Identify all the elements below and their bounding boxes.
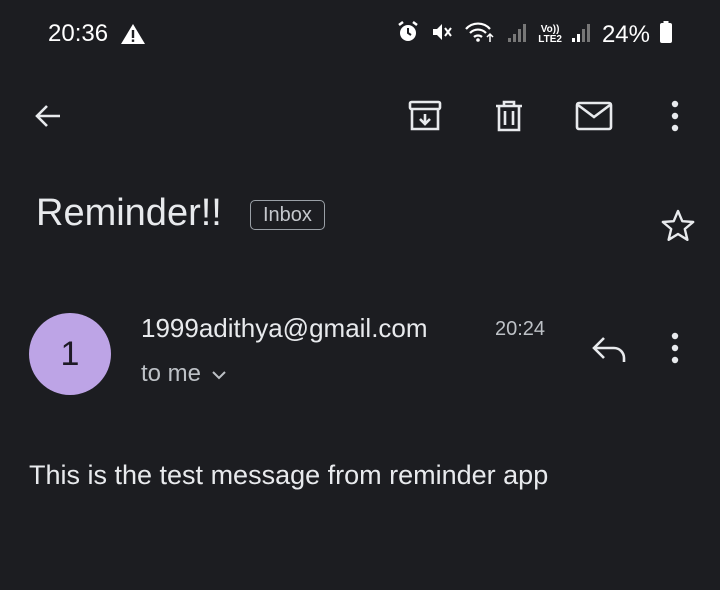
volte-indicator: Vo)) LTE2 (538, 23, 562, 45)
wifi-icon (464, 20, 498, 49)
recipient-details-toggle[interactable]: to me (141, 360, 227, 388)
mail-icon[interactable] (574, 96, 614, 136)
star-icon[interactable] (660, 208, 696, 249)
avatar[interactable]: 1 (29, 313, 111, 395)
avatar-letter: 1 (60, 334, 80, 373)
delete-icon[interactable] (489, 96, 529, 136)
chevron-down-icon (211, 360, 227, 388)
battery-percent: 24% (601, 20, 650, 48)
volte-bottom: LTE2 (538, 33, 562, 45)
inbox-label-chip[interactable]: Inbox (250, 200, 325, 230)
volte-top: Vo)) (540, 23, 560, 35)
battery-icon (660, 21, 672, 48)
message-more-icon[interactable] (670, 332, 680, 369)
back-arrow-icon[interactable] (28, 96, 68, 136)
warning-icon (120, 22, 146, 51)
signal-icon (508, 20, 528, 49)
recipient-text: to me (141, 360, 202, 387)
more-vert-icon[interactable] (655, 96, 695, 136)
status-time: 20:36 (48, 20, 109, 47)
reply-icon[interactable] (590, 332, 628, 371)
mute-icon (430, 20, 454, 49)
email-time: 20:24 (495, 318, 546, 340)
signal-icon-2 (571, 20, 592, 49)
email-subject: Reminder!! (36, 192, 222, 234)
email-body: This is the test message from reminder a… (29, 460, 549, 490)
alarm-icon (396, 20, 420, 49)
archive-icon[interactable] (405, 96, 445, 136)
status-icons: Vo)) LTE2 24% (396, 20, 672, 49)
sender-email[interactable]: 1999adithya@gmail.com (141, 313, 428, 344)
